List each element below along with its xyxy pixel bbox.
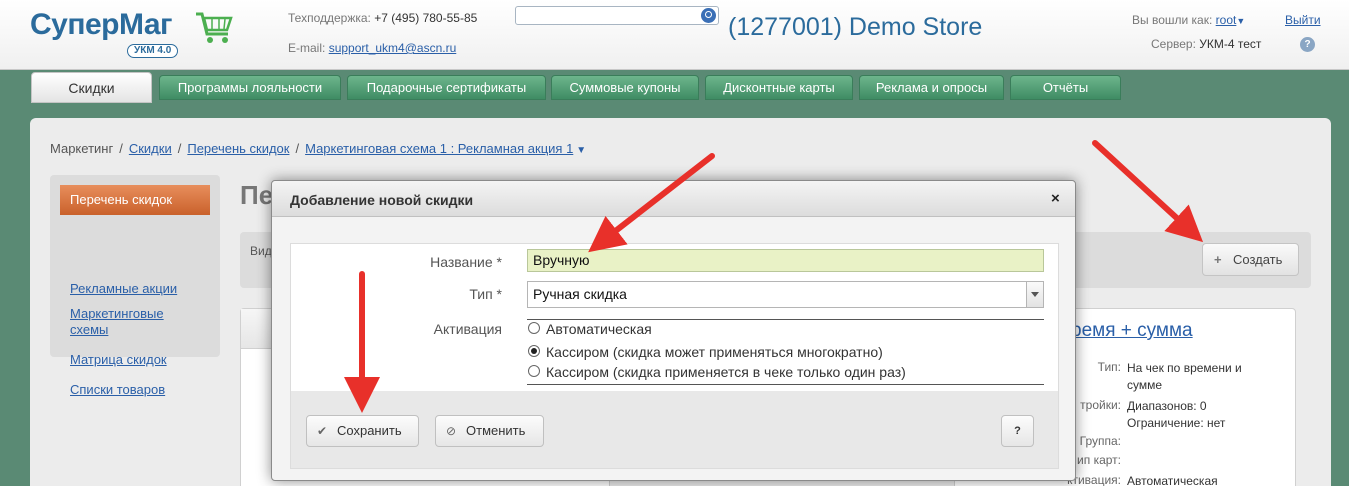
search-icon[interactable] — [701, 8, 716, 23]
user-name: root — [1215, 13, 1237, 27]
cancel-button[interactable]: ⊘ Отменить — [435, 415, 544, 447]
logout-link[interactable]: Выйти — [1285, 13, 1321, 27]
tab-reports[interactable]: Отчёты — [1010, 75, 1121, 100]
name-field[interactable]: Вручную — [527, 249, 1044, 272]
tab-discounts[interactable]: Скидки — [31, 72, 152, 103]
plus-icon: + — [1214, 252, 1222, 267]
breadcrumb-discount-list[interactable]: Перечень скидок — [187, 141, 289, 156]
breadcrumb-scheme[interactable]: Маркетинговая схема 1 : Рекламная акция … — [305, 141, 573, 156]
chevron-down-icon[interactable] — [1026, 282, 1043, 307]
create-button-label: Создать — [1233, 252, 1283, 267]
server-info: Сервер: УКМ-4 тест — [1151, 37, 1261, 51]
radio-automatic[interactable] — [528, 322, 540, 334]
help-icon[interactable]: ? — [1300, 37, 1315, 52]
divider — [527, 319, 1044, 320]
dialog-title: Добавление новой скидки — [290, 192, 474, 208]
sidebar-item-promotions[interactable]: Рекламные акции — [70, 281, 210, 297]
sidebar: Перечень скидок Рекламные акции Маркетин… — [50, 175, 220, 397]
cancel-button-label: Отменить — [466, 423, 526, 438]
add-discount-dialog: Добавление новой скидки × Название * Вру… — [271, 180, 1076, 481]
card-ranges-value: Диапазонов: 0 — [1127, 399, 1207, 413]
radio-automatic-label[interactable]: Автоматическая — [546, 321, 652, 337]
tab-discount-cards[interactable]: Дисконтные карты — [705, 75, 853, 100]
cancel-icon: ⊘ — [446, 424, 457, 438]
logo[interactable]: СуперМаг УКМ 4.0 — [30, 8, 235, 58]
shopping-cart-icon — [196, 12, 233, 43]
tab-coupons[interactable]: Суммовые купоны — [551, 75, 699, 100]
page-title: Пе — [240, 180, 274, 210]
sidebar-item-discount-list[interactable]: Перечень скидок — [60, 185, 210, 215]
type-label: Тип * — [469, 286, 502, 302]
main-tabs: Скидки Программы лояльности Подарочные с… — [0, 70, 1349, 104]
user-menu[interactable]: root▼ — [1216, 13, 1246, 27]
sidebar-item-marketing-schemes[interactable]: Маркетинговые схемы — [70, 306, 180, 338]
type-select[interactable]: Ручная скидка — [527, 281, 1044, 308]
dialog-header: Добавление новой скидки × — [272, 181, 1075, 217]
logo-badge: УКМ 4.0 — [127, 44, 179, 58]
search-input[interactable] — [515, 6, 719, 25]
breadcrumb-sep: / — [119, 141, 123, 156]
name-label: Название * — [430, 254, 502, 270]
server-label: Сервер: — [1151, 37, 1196, 51]
sidebar-item-discount-matrix[interactable]: Матрица скидок — [70, 352, 210, 368]
help-button[interactable]: ? — [1001, 415, 1034, 447]
support-email: E-mail: support_ukm4@ascn.ru — [288, 41, 456, 55]
tab-loyalty[interactable]: Программы лояльности — [159, 75, 341, 100]
server-value: УКМ-4 тест — [1199, 37, 1262, 51]
breadcrumb-root: Маркетинг — [50, 141, 114, 156]
email-label: E-mail: — [288, 41, 326, 55]
chevron-down-icon[interactable]: ▼ — [576, 145, 586, 156]
discount-card-title[interactable]: ремя + сумма — [1071, 320, 1193, 342]
radio-cashier-once[interactable] — [528, 365, 540, 377]
tab-gift-certificates[interactable]: Подарочные сертификаты — [347, 75, 546, 100]
card-activation-value: Автоматическая — [1127, 474, 1218, 486]
activation-label: Активация — [433, 321, 502, 337]
chevron-down-icon: ▼ — [1236, 16, 1246, 26]
save-button[interactable]: ✔ Сохранить — [306, 415, 419, 447]
checkmark-icon: ✔ — [317, 424, 328, 438]
email-link[interactable]: support_ukm4@ascn.ru — [329, 41, 457, 55]
breadcrumb-discounts[interactable]: Скидки — [129, 141, 172, 156]
support-phone-value: +7 (495) 780-55-85 — [374, 11, 478, 25]
support-phone: Техподдержка: +7 (495) 780-55-85 — [288, 11, 477, 25]
card-limit-value: Ограничение: нет — [1127, 416, 1226, 430]
card-type-value: На чек по времени и сумме — [1127, 361, 1242, 392]
breadcrumb-sep: / — [177, 141, 182, 156]
tab-ads-surveys[interactable]: Реклама и опросы — [859, 75, 1004, 100]
type-select-value: Ручная скидка — [533, 286, 627, 302]
login-info: Вы вошли как: root▼ — [1132, 13, 1245, 27]
breadcrumb-sep: / — [295, 141, 300, 156]
radio-cashier-multiple-label[interactable]: Кассиром (скидка может применяться много… — [546, 344, 883, 360]
breadcrumb: Маркетинг / Скидки / Перечень скидок / Маркети… — [50, 141, 586, 156]
app-header: СуперМаг УКМ 4.0 Техподдержка: +7 (495) … — [0, 0, 1349, 70]
save-button-label: Сохранить — [337, 423, 402, 438]
radio-cashier-once-label[interactable]: Кассиром (скидка применяется в чеке толь… — [546, 364, 906, 380]
close-icon[interactable]: × — [1051, 190, 1060, 207]
sidebar-item-product-lists[interactable]: Списки товаров — [70, 382, 210, 398]
create-button[interactable]: + Создать — [1202, 243, 1299, 276]
store-title: (1277001) Demo Store — [728, 13, 983, 41]
radio-cashier-multiple[interactable] — [528, 345, 540, 357]
login-label: Вы вошли как: — [1132, 13, 1213, 27]
logo-text: СуперМаг — [30, 8, 173, 41]
view-label: Вид — [250, 244, 272, 258]
support-label: Техподдержка: — [288, 11, 371, 25]
divider — [527, 384, 1044, 385]
